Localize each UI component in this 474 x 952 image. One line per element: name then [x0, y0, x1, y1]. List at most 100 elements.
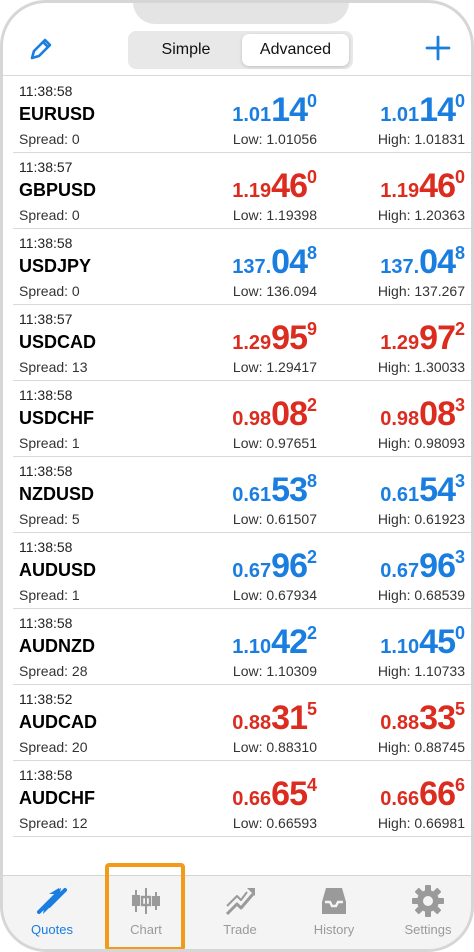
- ask-price-pipette: 2: [454, 319, 465, 339]
- quote-row[interactable]: 11:38:57 GBPUSD Spread: 0 1.19460 1.19460 Low…: [13, 153, 471, 229]
- ask-price-pipette: 0: [454, 623, 465, 643]
- ask-price[interactable]: 137.048: [380, 243, 465, 282]
- ask-price-big-figure: 54: [419, 471, 456, 509]
- edit-pencil-icon[interactable]: [27, 35, 55, 63]
- ask-price-big-figure: 14: [419, 91, 456, 129]
- bid-price[interactable]: 0.98082: [232, 395, 317, 434]
- quote-low: Low: 0.67934: [232, 587, 317, 603]
- bid-price-pipette: 9: [306, 319, 317, 339]
- quote-high: High: 1.30033: [377, 359, 465, 375]
- tab-trade[interactable]: Trade: [193, 876, 287, 949]
- notch: [133, 3, 349, 24]
- ask-price-prefix: 137.: [380, 256, 420, 278]
- quote-row[interactable]: 11:38:58 AUDNZD Spread: 28 1.10422 1.10450 Lo…: [13, 609, 471, 685]
- bid-price-prefix: 137.: [232, 256, 272, 278]
- quote-row[interactable]: 11:38:58 NZDUSD Spread: 5 0.61538 0.61543 Low…: [13, 457, 471, 533]
- quote-high: High: 0.68539: [377, 587, 465, 603]
- bid-price-big-figure: 04: [271, 243, 308, 281]
- ask-price[interactable]: 0.61543: [380, 471, 465, 510]
- bid-price-big-figure: 53: [271, 471, 308, 509]
- quote-spread: Spread: 20: [19, 739, 88, 755]
- ask-price-prefix: 1.01: [380, 104, 420, 126]
- quote-time: 11:38:58: [19, 235, 73, 251]
- ask-price-pipette: 0: [454, 167, 465, 187]
- ask-price[interactable]: 0.67963: [380, 547, 465, 586]
- quote-low: Low: 136.094: [232, 283, 317, 299]
- quote-symbol: AUDUSD: [19, 560, 97, 580]
- ask-price-big-figure: 96: [419, 547, 456, 585]
- simple-segment[interactable]: Simple: [132, 34, 240, 66]
- view-mode-segmented-control: Simple Advanced: [128, 31, 353, 69]
- quote-high: High: 0.61923: [377, 511, 465, 527]
- bid-price[interactable]: 137.048: [232, 243, 317, 282]
- ask-price-prefix: 0.67: [380, 560, 420, 582]
- bid-price[interactable]: 1.19460: [232, 167, 317, 206]
- ask-price-big-figure: 08: [419, 395, 456, 433]
- quote-row[interactable]: 11:38:58 AUDUSD Spread: 1 0.67962 0.67963 Low…: [13, 533, 471, 609]
- quote-time: 11:38:57: [19, 311, 73, 327]
- quote-symbol: GBPUSD: [19, 180, 97, 200]
- quote-row[interactable]: 11:38:58 AUDCHF Spread: 12 0.66654 0.66666 Lo…: [13, 761, 471, 837]
- ask-price-pipette: 3: [454, 395, 465, 415]
- ask-price[interactable]: 1.19460: [380, 167, 465, 206]
- quote-high: High: 1.10733: [377, 663, 465, 679]
- bid-price-big-figure: 08: [271, 395, 308, 433]
- quote-row[interactable]: 11:38:52 AUDCAD Spread: 20 0.88315 0.88335 Lo…: [13, 685, 471, 761]
- quote-row[interactable]: 11:38:58 USDCHF Spread: 1 0.98082 0.98083 Low…: [13, 381, 471, 457]
- tab-quotes[interactable]: Quotes: [5, 876, 99, 949]
- bid-price-big-figure: 95: [271, 319, 308, 357]
- ask-price-big-figure: 97: [419, 319, 456, 357]
- quote-time: 11:38:58: [19, 463, 73, 479]
- ask-price-prefix: 0.66: [380, 788, 420, 810]
- quote-spread: Spread: 13: [19, 359, 88, 375]
- bid-price-prefix: 1.10: [232, 636, 272, 658]
- bid-price[interactable]: 0.88315: [232, 699, 317, 738]
- tab-history[interactable]: History: [287, 876, 381, 949]
- add-symbol-plus-icon[interactable]: [423, 33, 453, 63]
- bid-price-big-figure: 14: [271, 91, 308, 129]
- quote-low: Low: 0.97651: [232, 435, 317, 451]
- quote-spread: Spread: 1: [19, 435, 80, 451]
- ask-price[interactable]: 1.29972: [380, 319, 465, 358]
- quote-time: 11:38:58: [19, 83, 73, 99]
- ask-price[interactable]: 0.66666: [380, 775, 465, 814]
- tab-label: Quotes: [31, 922, 73, 937]
- ask-price-pipette: 8: [454, 243, 465, 263]
- ask-price-prefix: 0.88: [380, 712, 420, 734]
- bid-price[interactable]: 1.29959: [232, 319, 317, 358]
- ask-price[interactable]: 0.88335: [380, 699, 465, 738]
- bid-price-pipette: 2: [306, 547, 317, 567]
- tab-label: Trade: [223, 922, 257, 937]
- ask-price-prefix: 0.61: [380, 484, 420, 506]
- advanced-segment[interactable]: Advanced: [242, 34, 349, 66]
- bid-price-big-figure: 31: [271, 699, 308, 737]
- bid-price-big-figure: 46: [271, 167, 308, 205]
- tab-settings[interactable]: Settings: [381, 876, 471, 949]
- quote-low: Low: 0.88310: [232, 739, 317, 755]
- quote-time: 11:38:52: [19, 691, 73, 707]
- bid-price[interactable]: 1.01140: [232, 91, 317, 130]
- quote-row[interactable]: 11:38:57 USDCAD Spread: 13 1.29959 1.29972 Lo…: [13, 305, 471, 381]
- ask-price-prefix: 1.10: [380, 636, 420, 658]
- tab-label: History: [313, 922, 355, 937]
- ask-price[interactable]: 1.10450: [380, 623, 465, 662]
- ask-price[interactable]: 0.98083: [380, 395, 465, 434]
- bid-price[interactable]: 0.66654: [232, 775, 317, 814]
- quote-symbol: EURUSD: [19, 104, 96, 124]
- quote-spread: Spread: 28: [19, 663, 88, 679]
- bid-price-big-figure: 65: [271, 775, 308, 813]
- bid-price[interactable]: 0.67962: [232, 547, 317, 586]
- chart-tab-highlight-box: [105, 863, 185, 949]
- quote-high: High: 1.20363: [377, 207, 465, 223]
- quote-low: Low: 0.66593: [232, 815, 317, 831]
- history-icon: [322, 888, 346, 914]
- bid-price[interactable]: 1.10422: [232, 623, 317, 662]
- bid-price-prefix: 1.19: [232, 180, 272, 202]
- bid-price-pipette: 8: [306, 243, 317, 263]
- quote-row[interactable]: 11:38:58 EURUSD Spread: 0 1.01140 1.01140 Low…: [13, 77, 471, 153]
- ask-price-prefix: 1.19: [380, 180, 420, 202]
- quote-spread: Spread: 0: [19, 131, 80, 147]
- ask-price[interactable]: 1.01140: [380, 91, 465, 130]
- bid-price[interactable]: 0.61538: [232, 471, 317, 510]
- quote-row[interactable]: 11:38:58 USDJPY Spread: 0 137.048 137.048 Low…: [13, 229, 471, 305]
